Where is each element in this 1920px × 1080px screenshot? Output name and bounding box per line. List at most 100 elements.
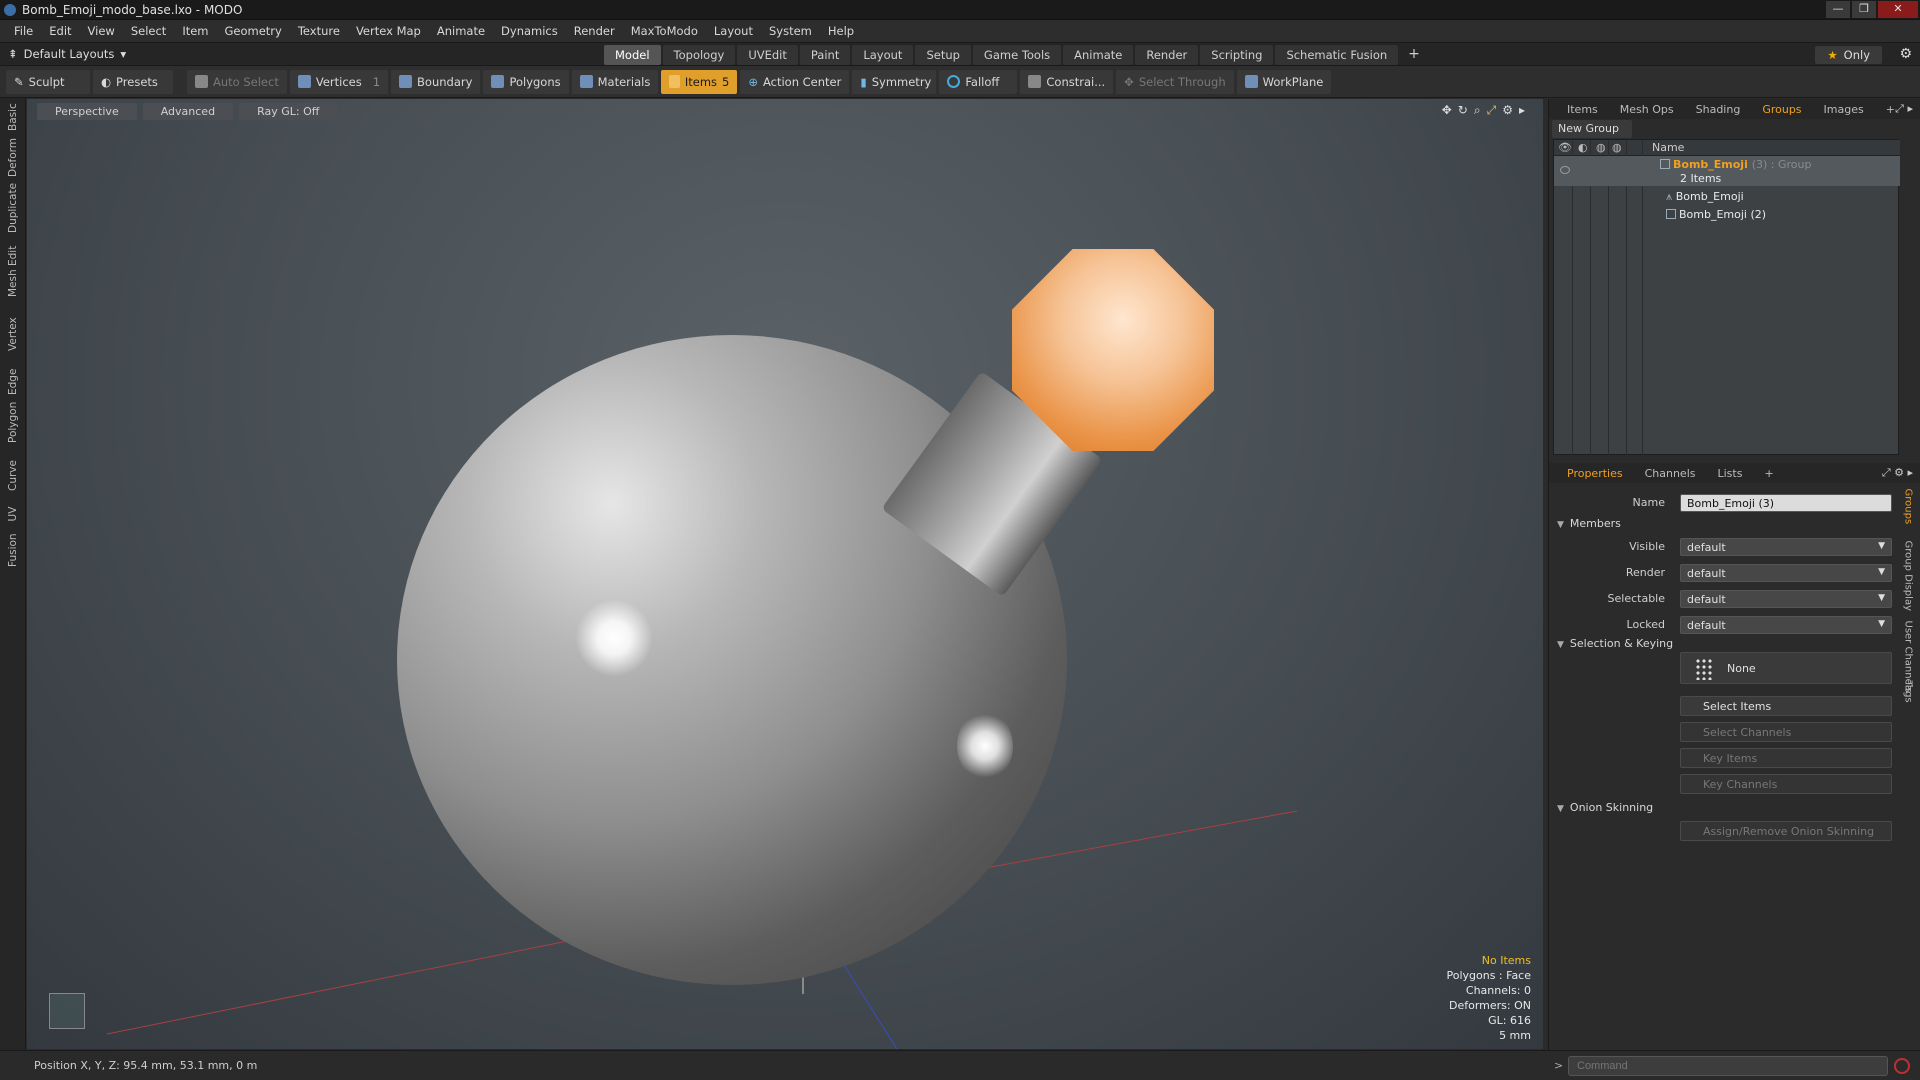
menu-item[interactable]: Item	[174, 24, 216, 38]
vertices-button[interactable]: Vertices 1	[289, 69, 389, 94]
locked-select[interactable]: default ▼	[1680, 616, 1892, 634]
render-column-icon[interactable]: ◐	[1578, 141, 1588, 154]
left-tab-curve[interactable]: Curve	[0, 460, 26, 491]
tab-game-tools[interactable]: Game Tools	[972, 45, 1062, 65]
symmetry-button[interactable]: ▮ Symmetry	[852, 69, 937, 94]
menu-layout[interactable]: Layout	[706, 24, 761, 38]
assign-onion-skinning-button[interactable]: Assign/Remove Onion Skinning	[1680, 821, 1892, 841]
perspective-tab[interactable]: Perspective	[37, 103, 137, 120]
viewport-gear-icon[interactable]: ⚙	[1502, 103, 1513, 118]
panel-expand-icon[interactable]: ⤢ ▸	[1895, 102, 1913, 116]
side-tab-user-channels[interactable]: User Channels	[1898, 621, 1918, 693]
menu-system[interactable]: System	[761, 24, 820, 38]
command-input[interactable]	[1568, 1056, 1888, 1076]
select-channels-button[interactable]: Select Channels	[1680, 722, 1892, 742]
left-tab-polygon[interactable]: Polygon	[0, 402, 26, 443]
maximize-button[interactable]: ❐	[1852, 1, 1876, 18]
panel-expand-icon[interactable]: ⤢ ⚙ ▸	[1882, 466, 1913, 480]
members-section[interactable]: ▼ Members	[1557, 517, 1621, 530]
workplane-button[interactable]: WorkPlane	[1236, 69, 1332, 94]
close-button[interactable]: ✕	[1878, 1, 1918, 18]
minimize-button[interactable]: —	[1826, 1, 1850, 18]
left-tab-deform[interactable]: Deform	[0, 138, 26, 177]
menu-geometry[interactable]: Geometry	[217, 24, 290, 38]
onion-skinning-section[interactable]: ▼ Onion Skinning	[1557, 801, 1653, 814]
tab-channels[interactable]: Channels	[1635, 465, 1706, 482]
items-button[interactable]: Items 5	[661, 69, 738, 94]
menu-select[interactable]: Select	[123, 24, 174, 38]
materials-button[interactable]: Materials	[571, 69, 659, 94]
group-row[interactable]: Bomb_Emoji (3) : Group 2 Items	[1554, 156, 1900, 186]
tab-lists[interactable]: Lists	[1708, 465, 1753, 482]
lock-column-icon[interactable]: ◍	[1596, 141, 1606, 154]
only-button[interactable]: ★ Only	[1815, 46, 1882, 64]
3d-viewport[interactable]: Perspective Advanced Ray GL: Off ✥ ↻ ⌕ ⤢…	[27, 99, 1543, 1049]
viewport-menu-icon[interactable]: ▸	[1519, 103, 1525, 118]
menu-maxtomodo[interactable]: MaxToModo	[623, 24, 706, 38]
tab-setup[interactable]: Setup	[915, 45, 971, 65]
left-tab-vertex[interactable]: Vertex	[0, 317, 26, 351]
menu-render[interactable]: Render	[566, 24, 623, 38]
presets-button[interactable]: ◐ Presets	[93, 69, 173, 94]
menu-dynamics[interactable]: Dynamics	[493, 24, 566, 38]
side-tab-group-display[interactable]: Group Display	[1898, 541, 1918, 611]
menu-vertex-map[interactable]: Vertex Map	[348, 24, 429, 38]
tab-schematic-fusion[interactable]: Schematic Fusion	[1275, 45, 1399, 65]
advanced-tab[interactable]: Advanced	[142, 103, 234, 120]
tab-scripting[interactable]: Scripting	[1200, 45, 1274, 65]
tab-render[interactable]: Render	[1135, 45, 1199, 65]
tab-images[interactable]: Images	[1814, 101, 1874, 118]
add-tab-icon[interactable]: +	[1400, 45, 1428, 65]
tab-items[interactable]: Items	[1557, 101, 1608, 118]
name-column-header[interactable]: Name	[1652, 141, 1684, 154]
key-items-button[interactable]: Key Items	[1680, 748, 1892, 768]
menu-help[interactable]: Help	[820, 24, 862, 38]
tab-topology[interactable]: Topology	[662, 45, 736, 65]
selectable-select[interactable]: default ▼	[1680, 590, 1892, 608]
auto-select-button[interactable]: Auto Select	[187, 69, 287, 94]
tab-layout[interactable]: Layout	[852, 45, 914, 65]
default-layouts-dropdown[interactable]: ⇞ Default Layouts ▾	[8, 47, 126, 61]
side-tab-groups[interactable]: Groups	[1898, 489, 1918, 525]
menu-view[interactable]: View	[80, 24, 123, 38]
fit-view-icon[interactable]: ⤢	[1487, 103, 1497, 118]
new-group-button[interactable]: New Group	[1552, 120, 1632, 138]
left-tab-mesh-edit[interactable]: Mesh Edit	[0, 246, 26, 297]
record-icon[interactable]	[1894, 1058, 1910, 1074]
zoom-view-icon[interactable]: ⌕	[1474, 103, 1481, 118]
visible-select[interactable]: default ▼	[1680, 538, 1892, 556]
menu-texture[interactable]: Texture	[290, 24, 348, 38]
falloff-button[interactable]: Falloff	[939, 69, 1018, 94]
left-tab-fusion[interactable]: Fusion	[0, 533, 26, 567]
move-view-icon[interactable]: ✥	[1442, 103, 1452, 118]
tab-mesh-ops[interactable]: Mesh Ops	[1610, 101, 1684, 118]
none-button[interactable]: None	[1680, 652, 1892, 684]
tab-shading[interactable]: Shading	[1686, 101, 1751, 118]
sculpt-button[interactable]: ✎ Sculpt	[6, 69, 90, 94]
boundary-button[interactable]: Boundary	[391, 69, 481, 94]
visibility-eye-icon[interactable]	[1560, 166, 1570, 174]
left-tab-basic[interactable]: Basic	[0, 103, 26, 131]
left-tab-duplicate[interactable]: Duplicate	[0, 183, 26, 233]
name-input[interactable]: Bomb_Emoji (3)	[1680, 494, 1892, 512]
left-tab-uv[interactable]: UV	[0, 507, 26, 522]
gear-icon[interactable]: ⚙	[1899, 46, 1912, 62]
menu-file[interactable]: File	[6, 24, 41, 38]
tab-groups[interactable]: Groups	[1752, 101, 1811, 118]
tree-item-row[interactable]: ⩚ Bomb_Emoji	[1554, 188, 1900, 206]
select-column-icon[interactable]: ◍	[1612, 141, 1622, 154]
add-panel-tab-icon[interactable]: +	[1754, 465, 1783, 482]
menu-edit[interactable]: Edit	[41, 24, 79, 38]
constrain-button[interactable]: Constrai...	[1020, 69, 1114, 94]
tab-properties[interactable]: Properties	[1557, 465, 1633, 482]
action-center-button[interactable]: ⊕ Action Center	[740, 69, 850, 94]
raygl-tab[interactable]: Ray GL: Off	[239, 103, 338, 120]
select-through-button[interactable]: ✥ Select Through	[1116, 69, 1234, 94]
polygons-button[interactable]: Polygons	[483, 69, 569, 94]
tab-paint[interactable]: Paint	[799, 45, 851, 65]
selection-keying-section[interactable]: ▼ Selection & Keying	[1557, 637, 1673, 650]
menu-animate[interactable]: Animate	[429, 24, 493, 38]
tab-animate[interactable]: Animate	[1063, 45, 1134, 65]
tab-model[interactable]: Model	[604, 45, 661, 65]
tab-uvedit[interactable]: UVEdit	[737, 45, 798, 65]
